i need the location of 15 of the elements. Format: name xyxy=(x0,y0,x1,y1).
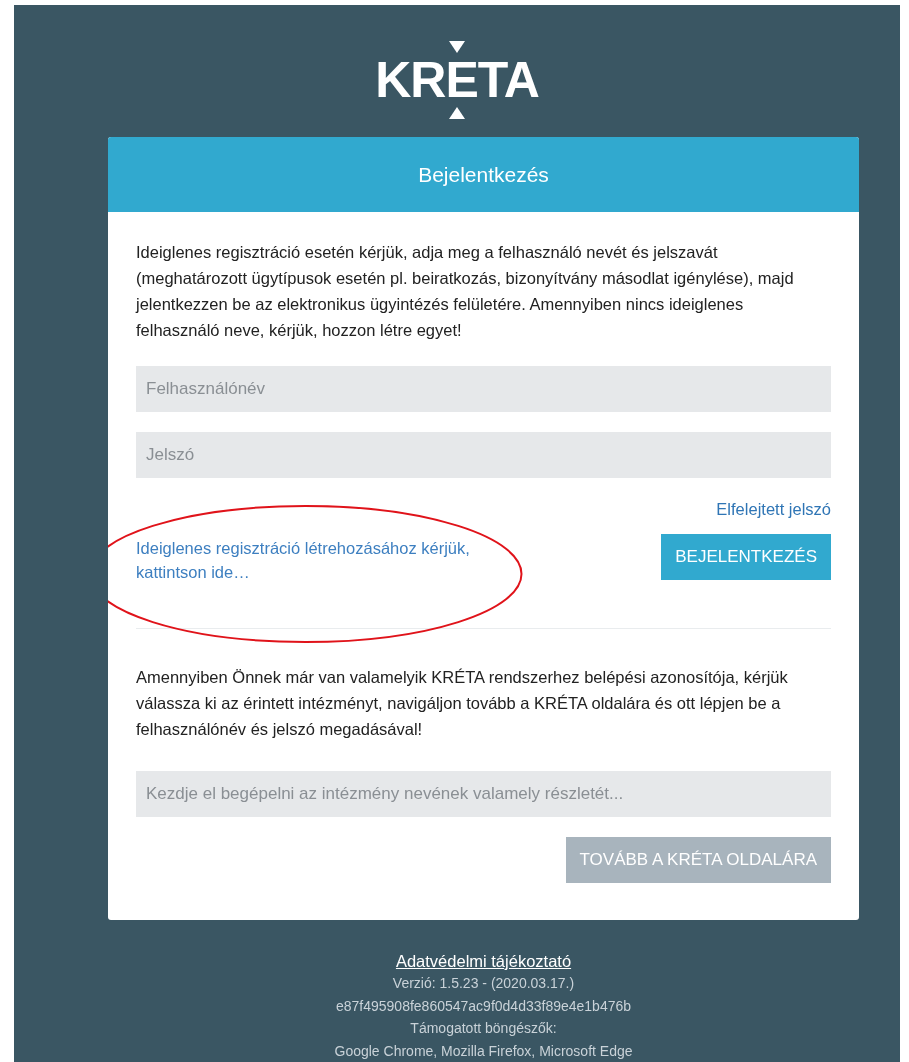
institution-search-field[interactable]: Kezdje el begépelni az intézmény nevének valamely részletét... xyxy=(136,771,831,817)
kreta-logo: KRETA xyxy=(375,41,539,119)
intro-text: Ideiglenes regisztráció esetén kérjük, adja meg a felhasználó nevét és jelszavát (meghatározott ügytípusok esetén pl. beiratkozás, bizonyítvány másodlat igénylése), majd jelentkezzen be az elektronikus ügyintézés felületére. Amennyiben nincs ideiglenes felhasználó neve, kérjük, hozzon létre egyet! xyxy=(136,242,795,341)
password-field[interactable]: Jelszó xyxy=(136,432,831,478)
username-field[interactable]: Felhasználónév xyxy=(136,366,831,412)
privacy-link[interactable]: Adatvédelmi tájékoztató xyxy=(395,950,572,972)
card-title: Bejelentkezés xyxy=(108,137,859,212)
login-button[interactable]: BEJELENTKEZÉS xyxy=(661,534,831,580)
footer-text: e87f495908fe860547ac9f0d4d33f89e4e1b476b xyxy=(335,996,632,1016)
footer-text: Verzió: 1.5.23 - (2020.03.17.) xyxy=(392,974,575,993)
footer-text: Google Chrome, Mozilla Firefox, Microsoft Edge xyxy=(334,1041,633,1061)
footer-text: Támogatott böngészők: xyxy=(410,1019,557,1038)
institution-info-text: Amennyiben Önnek már van valamelyik KRÉTA rendszerhez belépési azonosítója, kérjük válassza ki az érintett intézményt, navigáljon tovább a KRÉTA oldalára és ott lépjen be a felhasználónév és jelszó megadásával! xyxy=(136,667,789,740)
register-link[interactable]: Ideiglenes regisztráció létrehozásához kérjük, kattintson ide… xyxy=(136,536,536,584)
forgot-password-link[interactable]: Elfelejtett jelszó xyxy=(716,500,831,519)
